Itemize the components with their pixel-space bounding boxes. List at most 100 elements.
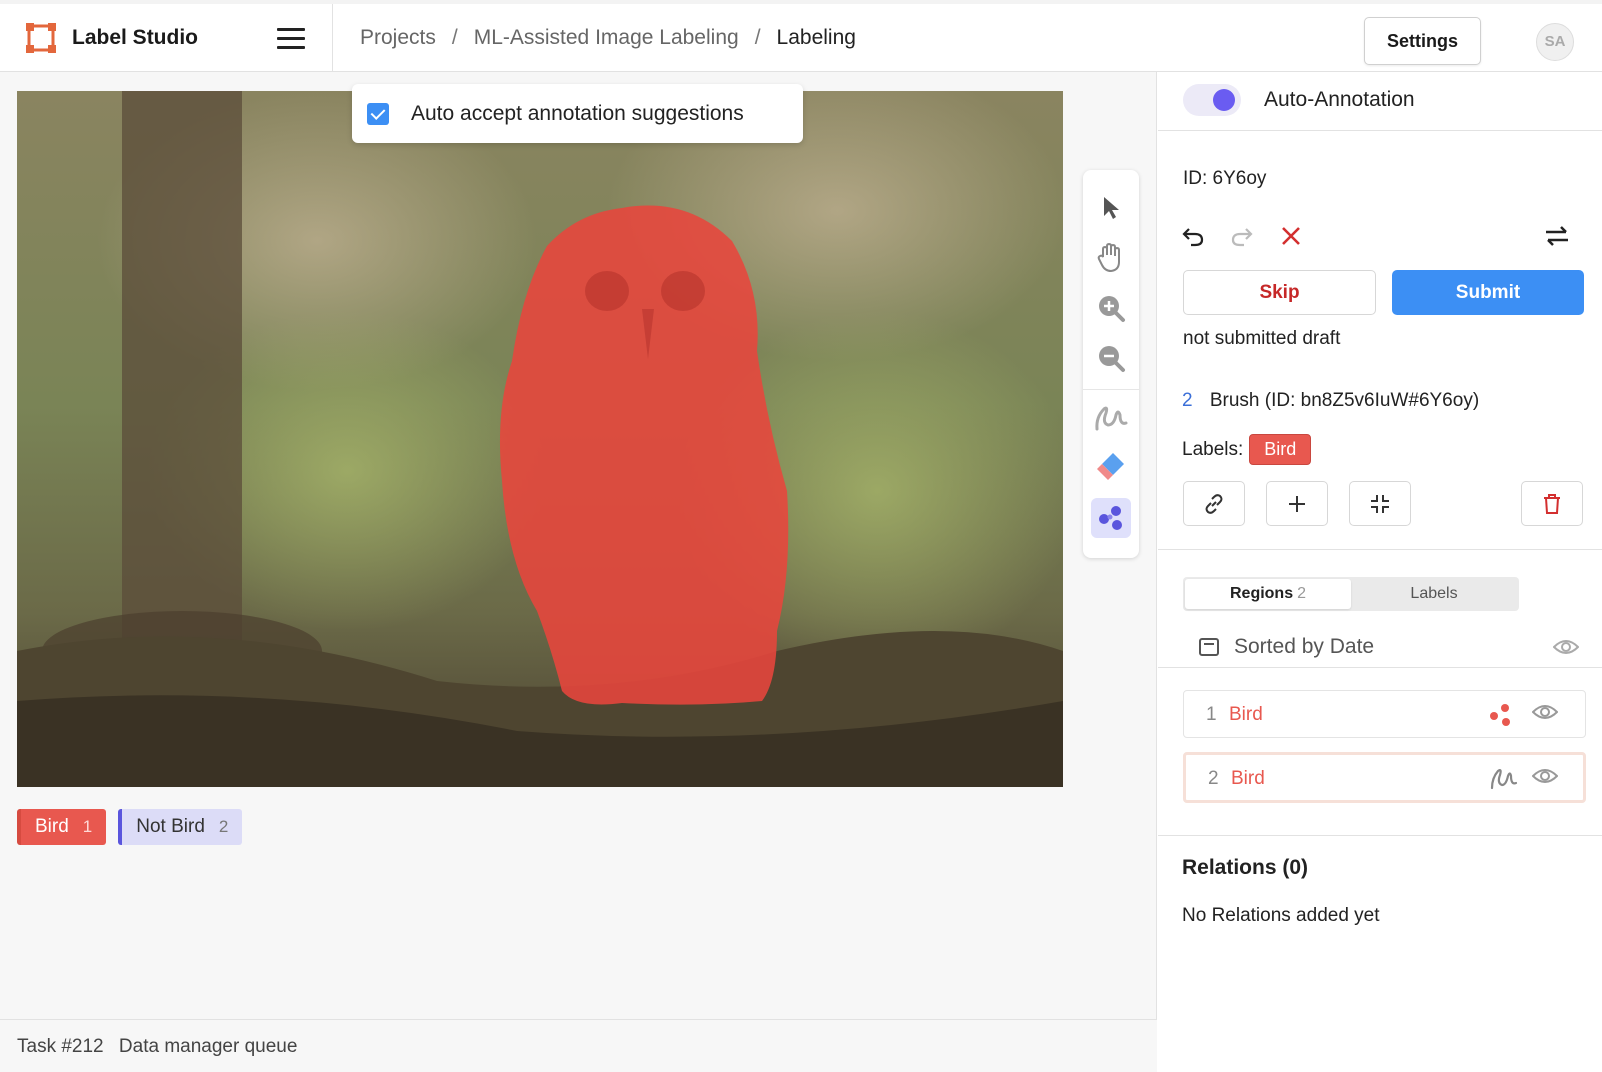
trash-icon (1544, 493, 1560, 514)
reset-button[interactable] (1277, 222, 1305, 250)
label-hotkey: 1 (82, 817, 93, 836)
eye-icon (1552, 640, 1580, 654)
tab-count: 2 (1297, 585, 1307, 602)
link-icon (1205, 493, 1223, 514)
queue-name: Data manager queue (118, 1036, 298, 1057)
add-region-button[interactable] (1266, 481, 1328, 526)
region-item-label: Bird (1229, 704, 1263, 725)
auto-accept-suggestions: Auto accept annotation suggestions (352, 84, 803, 143)
region-title: Brush (ID: bn8Z5v6IuW#6Y6oy) (1209, 390, 1480, 411)
toggle-all-visibility[interactable] (1552, 637, 1580, 662)
brush-icon (1490, 769, 1518, 790)
auto-accept-checkbox[interactable] (367, 102, 389, 125)
selected-region-title: 2 Brush (ID: bn8Z5v6IuW#6Y6oy) (1182, 390, 1479, 412)
zoom-out-tool[interactable] (1091, 338, 1131, 378)
region-label-chip: Bird (1249, 434, 1312, 465)
auto-annotation-row: Auto-Annotation (1158, 72, 1602, 131)
close-icon (1282, 227, 1300, 245)
brush-tool[interactable] (1091, 398, 1131, 438)
brush-icon (1095, 406, 1128, 431)
swap-button[interactable] (1543, 222, 1571, 250)
label-studio-logo-icon (26, 23, 56, 53)
annotation-id: ID: 6Y6oy (1183, 168, 1267, 189)
user-avatar[interactable]: SA (1536, 23, 1574, 61)
sort-icon (1199, 638, 1219, 656)
label-name: Not Bird (136, 816, 205, 837)
zoom-in-icon (1099, 296, 1125, 322)
pointer-icon (1104, 197, 1119, 219)
label-buttons: Bird 1 Not Bird 2 (17, 809, 254, 845)
region-item-index: 1 (1206, 704, 1217, 725)
top-header: Label Studio Projects / ML-Assisted Imag… (0, 0, 1602, 72)
label-button-bird[interactable]: Bird 1 (17, 809, 107, 845)
undo-icon (1182, 228, 1204, 247)
region-list-item[interactable]: 2 Bird (1183, 752, 1586, 803)
plus-icon (1289, 495, 1305, 512)
logo-area: Label Studio (0, 4, 333, 72)
auto-annotation-label: Auto-Annotation (1264, 88, 1415, 111)
task-footer: Task #212 Data manager queue (0, 1019, 1157, 1072)
draft-status: not submitted draft (1183, 328, 1341, 349)
region-list-item[interactable]: 1 Bird (1183, 690, 1586, 738)
pan-tool[interactable] (1091, 238, 1131, 278)
eye-icon[interactable] (1532, 702, 1558, 722)
labeling-workspace: Auto accept annotation suggestions Bird … (0, 72, 1157, 1072)
tab-label: Labels (1410, 585, 1458, 602)
region-item-index: 2 (1208, 768, 1219, 789)
collapse-icon (1371, 494, 1389, 513)
zoom-out-icon (1099, 346, 1125, 372)
redo-icon (1231, 228, 1253, 247)
tool-palette (1083, 170, 1139, 558)
swap-arrows-icon (1546, 226, 1568, 246)
undo-button[interactable] (1179, 222, 1207, 250)
eraser-tool[interactable] (1091, 446, 1131, 486)
breadcrumb: Projects / ML-Assisted Image Labeling / … (360, 26, 856, 50)
region-item-label: Bird (1231, 768, 1265, 789)
sort-control[interactable]: Sorted by Date (1198, 635, 1374, 659)
pointer-tool[interactable] (1091, 188, 1131, 228)
labels-caption: Labels: (1182, 438, 1244, 460)
breadcrumb-projects[interactable]: Projects (360, 26, 436, 50)
region-labels: Labels: Bird (1182, 434, 1312, 465)
breadcrumb-separator: / (451, 26, 458, 49)
menu-hamburger-icon[interactable] (277, 28, 305, 50)
owl-image (17, 91, 1063, 787)
relations-title: Relations (0) (1182, 856, 1309, 879)
zoom-in-tool[interactable] (1091, 288, 1131, 328)
eraser-icon (1097, 453, 1124, 480)
tab-regions[interactable]: Regions 2 (1185, 579, 1351, 609)
redo-button[interactable] (1228, 222, 1256, 250)
collapse-region-button[interactable] (1349, 481, 1411, 526)
submit-button[interactable]: Submit (1392, 270, 1584, 315)
tab-labels[interactable]: Labels (1351, 579, 1517, 609)
footer-info: Task #212 Data manager queue (17, 1036, 307, 1058)
toggle-knob (1213, 89, 1235, 111)
auto-segment-tool[interactable] (1091, 498, 1131, 538)
eye-icon[interactable] (1532, 766, 1558, 786)
settings-button[interactable]: Settings (1364, 17, 1481, 65)
relations-empty: No Relations added yet (1182, 905, 1380, 926)
magic-wand-icon (1099, 506, 1122, 530)
breadcrumb-separator: / (754, 26, 761, 49)
breadcrumb-project[interactable]: ML-Assisted Image Labeling (474, 26, 739, 50)
auto-accept-label: Auto accept annotation suggestions (411, 101, 744, 125)
annotation-panel: Auto-Annotation ID: 6Y6oy Skip Submit no… (1158, 72, 1602, 1072)
label-button-not-bird[interactable]: Not Bird 2 (118, 809, 243, 845)
image-canvas[interactable] (17, 91, 1063, 787)
delete-region-button[interactable] (1521, 481, 1583, 526)
sort-label: Sorted by Date (1234, 635, 1375, 658)
regions-labels-tabs: Regions 2 Labels (1183, 577, 1519, 611)
magic-wand-icon (1490, 704, 1510, 726)
auto-annotation-toggle[interactable] (1183, 84, 1241, 116)
task-id: Task #212 (17, 1036, 104, 1057)
hand-icon (1097, 243, 1120, 273)
label-name: Bird (35, 816, 69, 837)
app-name: Label Studio (72, 26, 198, 49)
label-hotkey: 2 (218, 817, 229, 836)
skip-button[interactable]: Skip (1183, 270, 1376, 315)
breadcrumb-current: Labeling (776, 26, 856, 49)
tab-label: Regions (1229, 585, 1294, 602)
region-index: 2 (1182, 390, 1193, 411)
app-root: Label Studio Projects / ML-Assisted Imag… (0, 0, 1602, 1072)
link-region-button[interactable] (1183, 481, 1245, 526)
